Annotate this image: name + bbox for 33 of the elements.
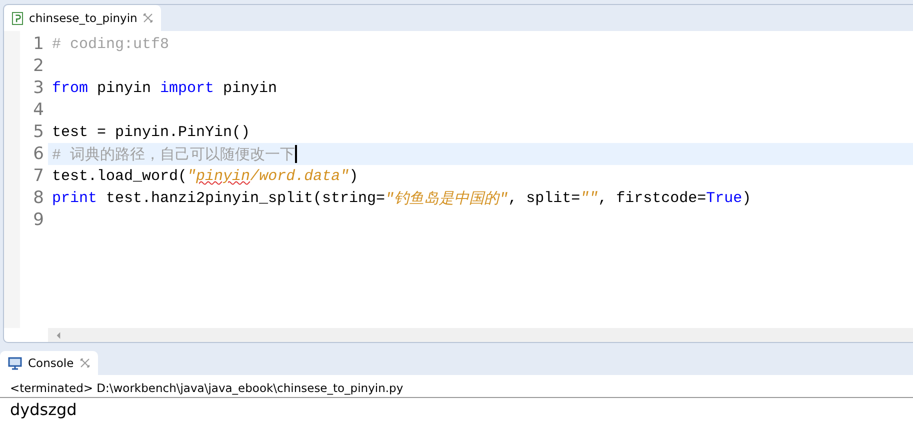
code-token: pinyin xyxy=(96,80,152,96)
code-token: # 词典的路径，自己可以随便改一下 xyxy=(52,146,296,164)
text-cursor xyxy=(295,145,298,163)
scroll-left-icon[interactable] xyxy=(56,332,61,338)
code-token: test.hanzi2pinyin_split(string= xyxy=(105,190,386,206)
code-token: ) xyxy=(349,168,358,184)
tab-label: chinsese_to_pinyin xyxy=(29,11,138,25)
code-token: , split= xyxy=(508,190,580,206)
code-token: , firstcode= xyxy=(598,190,706,206)
monitor-icon xyxy=(8,356,22,370)
code-token: test.load_word( xyxy=(52,168,188,184)
code-token: from xyxy=(52,80,88,96)
code-token: "钓鱼岛是中国的" xyxy=(385,190,508,208)
code-token: "" xyxy=(580,190,598,206)
python-file-icon xyxy=(12,12,23,24)
console-status: <terminated> D:\workbench\java\java_ebook\chinsese_to_pinyin.py xyxy=(0,378,913,398)
code-token: " xyxy=(187,168,196,184)
code-token: ) xyxy=(742,190,752,206)
close-icon[interactable] xyxy=(143,13,154,23)
code-token: test = pinyin.PinYin() xyxy=(52,124,250,140)
code-token: print xyxy=(52,190,98,206)
tab-label: Console xyxy=(28,356,74,370)
code-token: True xyxy=(706,190,742,206)
code-token: import xyxy=(160,80,214,96)
console-tab[interactable]: Console xyxy=(0,351,98,375)
code-token: /word.data" xyxy=(250,168,350,184)
console-output: dydszgd xyxy=(9,399,78,421)
code-token: # coding:utf8 xyxy=(52,36,170,52)
code-token: pinyin xyxy=(196,168,250,184)
horizontal-scrollbar[interactable] xyxy=(48,328,913,342)
close-icon[interactable] xyxy=(80,358,90,368)
code-token: pinyin xyxy=(222,80,278,96)
editor-tab[interactable]: chinsese_to_pinyin xyxy=(4,5,162,31)
